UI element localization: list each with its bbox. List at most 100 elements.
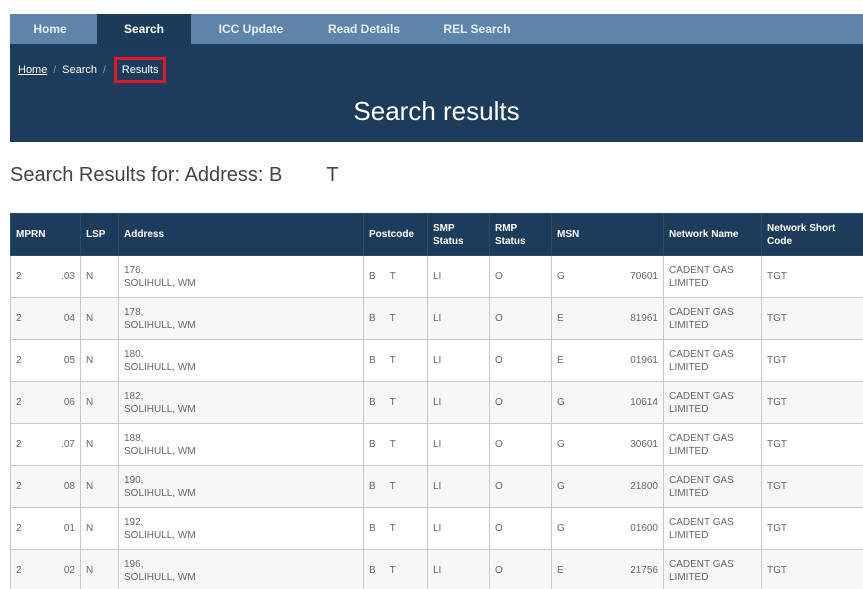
- postcode-cell: BT: [363, 255, 428, 298]
- address-line-2: SOLIHULL, WM: [124, 277, 196, 289]
- mprn-suffix: 08: [63, 481, 75, 492]
- table-header-row: MPRN LSP Address Postcode SMP Status RMP…: [10, 213, 863, 256]
- postcode-outward: B: [369, 397, 376, 408]
- postcode-outward: B: [369, 313, 376, 324]
- msn-suffix: 01600: [630, 523, 658, 534]
- breadcrumb-current: Results: [113, 57, 167, 83]
- column-header-postcode[interactable]: Postcode: [363, 213, 428, 256]
- postcode-inward: T: [389, 355, 396, 366]
- smp-status-cell: LI: [427, 255, 490, 298]
- column-header-network-name[interactable]: Network Name: [663, 213, 762, 256]
- postcode-outward: B: [369, 565, 376, 576]
- address-cell: 192, SOLIHULL, WM: [118, 507, 364, 550]
- smp-status-cell: LI: [427, 423, 490, 466]
- lsp-cell: N: [80, 297, 119, 340]
- mprn-prefix: 2: [16, 481, 22, 492]
- nav-item-home[interactable]: Home: [10, 14, 90, 44]
- top-nav: Home Search ICC Update Read Details REL …: [10, 14, 863, 44]
- lsp-cell: N: [80, 507, 119, 550]
- address-line-1: 176,: [124, 264, 144, 276]
- msn-prefix: G: [557, 271, 565, 282]
- msn-suffix: 70601: [630, 271, 658, 282]
- mprn-prefix: 2: [16, 397, 22, 408]
- mprn-suffix: .03: [61, 271, 75, 282]
- mprn-cell: 2 08: [10, 465, 81, 508]
- msn-suffix: 21800: [630, 481, 658, 492]
- postcode-cell: BT: [363, 465, 428, 508]
- column-header-mprn[interactable]: MPRN: [10, 213, 81, 256]
- address-line-1: 180,: [124, 348, 144, 360]
- msn-suffix: 01961: [630, 355, 658, 366]
- lsp-cell: N: [80, 339, 119, 382]
- breadcrumb-home-link[interactable]: Home: [18, 64, 47, 76]
- mprn-cell: 2 04: [10, 297, 81, 340]
- table-row[interactable]: 2 04 N 178, SOLIHULL, WM B T LI O E 81961 CADENT GA…: [10, 297, 863, 340]
- rmp-status-cell: O: [489, 255, 552, 298]
- column-header-lsp[interactable]: LSP: [80, 213, 119, 256]
- nav-item-read-details[interactable]: Read Details: [309, 14, 419, 44]
- postcode-cell: BT: [363, 339, 428, 382]
- address-line-1: 192,: [124, 516, 144, 528]
- table-row[interactable]: 2.07 N 188, SOLIHULL, WM B T LI O G 30601 CADENT G…: [10, 423, 863, 466]
- nav-item-search[interactable]: Search: [97, 14, 191, 44]
- postcode-cell: BT: [363, 507, 428, 550]
- mprn-prefix: 2: [16, 523, 22, 534]
- postcode-inward: T: [389, 565, 396, 576]
- table-row[interactable]: 2 02 N 196, SOLIHULL, WM B T LI O E 21756 CADENT GA…: [10, 549, 863, 589]
- postcode-inward: T: [389, 523, 396, 534]
- mprn-suffix: 04: [63, 313, 75, 324]
- breadcrumb-separator: /: [53, 64, 57, 76]
- address-line-2: SOLIHULL, WM: [124, 445, 196, 457]
- rmp-status-cell: O: [489, 549, 552, 589]
- smp-status-cell: LI: [427, 381, 490, 424]
- msn-cell: G 01600: [551, 507, 664, 550]
- breadcrumb-separator: /: [102, 64, 106, 76]
- msn-cell: E 81961: [551, 297, 664, 340]
- postcode-inward: T: [389, 439, 396, 450]
- smp-status-cell: LI: [427, 297, 490, 340]
- smp-status-cell: LI: [427, 339, 490, 382]
- nav-item-icc-update[interactable]: ICC Update: [197, 14, 305, 44]
- network-short-code-cell: TGT: [761, 507, 863, 550]
- network-short-code-cell: TGT: [761, 423, 863, 466]
- postcode-inward: T: [389, 313, 396, 324]
- column-header-address[interactable]: Address: [118, 213, 364, 256]
- postcode-outward: B: [369, 439, 376, 450]
- network-short-code-cell: TGT: [761, 549, 863, 589]
- column-header-rmp-status[interactable]: RMP Status: [489, 213, 552, 256]
- column-header-msn[interactable]: MSN: [551, 213, 664, 256]
- column-header-smp-status[interactable]: SMP Status: [427, 213, 490, 256]
- postcode-inward: T: [389, 481, 396, 492]
- mprn-cell: 2.03: [10, 255, 81, 298]
- mprn-prefix: 2: [16, 271, 22, 282]
- msn-cell: G 70601: [551, 255, 664, 298]
- address-line-2: SOLIHULL, WM: [124, 529, 196, 541]
- table-row[interactable]: 2 06 N 182, SOLIHULL, WM B T LI O G 10614 CADENT GA…: [10, 381, 863, 424]
- mprn-cell: 2.07: [10, 423, 81, 466]
- address-line-1: 190,: [124, 474, 144, 486]
- nav-item-rel-search[interactable]: REL Search: [433, 14, 521, 44]
- address-cell: 182, SOLIHULL, WM: [118, 381, 364, 424]
- network-short-code-cell: TGT: [761, 465, 863, 508]
- table-row[interactable]: 2 08 N 190, SOLIHULL, WM B T LI O G 21800 CADENT GA…: [10, 465, 863, 508]
- table-row[interactable]: 2 05 N 180, SOLIHULL, WM B T LI O E 01961 CADENT GA…: [10, 339, 863, 382]
- smp-status-cell: LI: [427, 465, 490, 508]
- address-cell: 188, SOLIHULL, WM: [118, 423, 364, 466]
- address-cell: 180, SOLIHULL, WM: [118, 339, 364, 382]
- breadcrumb-search-link[interactable]: Search: [62, 64, 97, 76]
- table-row[interactable]: 2 01 N 192, SOLIHULL, WM B T LI O G 01600 CADENT GA…: [10, 507, 863, 550]
- lsp-cell: N: [80, 465, 119, 508]
- postcode-inward: T: [389, 271, 396, 282]
- lsp-cell: N: [80, 423, 119, 466]
- address-line-2: SOLIHULL, WM: [124, 487, 196, 499]
- rmp-status-cell: O: [489, 507, 552, 550]
- table-row[interactable]: 2.03 N 176, SOLIHULL, WM B T LI O G 70601 CADENT G…: [10, 255, 863, 298]
- column-header-network-short-code[interactable]: Network Short Code: [761, 213, 863, 256]
- postcode-outward: B: [369, 271, 376, 282]
- address-line-1: 178,: [124, 306, 144, 318]
- network-name-cell: CADENT GAS LIMITED: [663, 423, 762, 466]
- msn-prefix: E: [557, 355, 564, 366]
- mprn-prefix: 2: [16, 565, 22, 576]
- network-name-cell: CADENT GAS LIMITED: [663, 507, 762, 550]
- network-short-code-cell: TGT: [761, 297, 863, 340]
